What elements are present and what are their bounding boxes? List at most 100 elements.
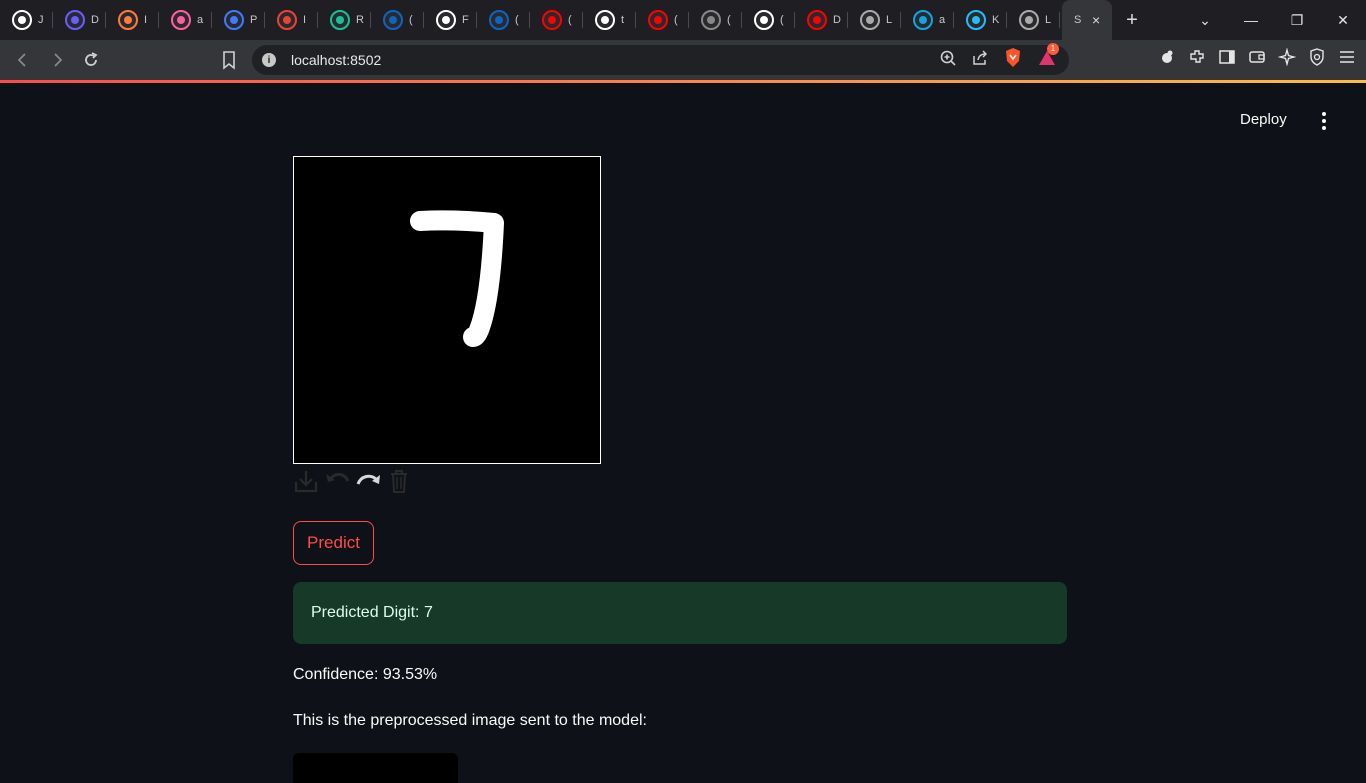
tab-title: L: [1045, 14, 1052, 26]
browser-tab[interactable]: L: [848, 0, 901, 40]
tab-title: P: [250, 14, 258, 26]
github-icon: [436, 10, 456, 30]
chat-icon: [913, 10, 933, 30]
preprocessed-image: [293, 753, 458, 783]
drawn-digit: [410, 210, 504, 347]
close-window-icon[interactable]: ✕: [1320, 12, 1366, 29]
browser-tab[interactable]: (: [477, 0, 530, 40]
tab-title: D: [833, 14, 841, 26]
tab-title: F: [462, 14, 469, 26]
tab-title: a: [197, 14, 204, 26]
sidebar-icon[interactable]: [1218, 48, 1236, 66]
browser-tab[interactable]: (: [530, 0, 583, 40]
trash-icon[interactable]: [387, 468, 411, 499]
linkedin-icon: [383, 10, 403, 30]
youtube-icon: [542, 10, 562, 30]
browser-tab[interactable]: J: [0, 0, 53, 40]
tab-title: S: [1074, 14, 1082, 26]
browser-tab[interactable]: D: [53, 0, 106, 40]
info-icon[interactable]: i: [262, 53, 276, 67]
brave-rewards-icon[interactable]: 1: [1037, 42, 1059, 72]
youtube-icon: [807, 10, 827, 30]
forward-icon[interactable]: [42, 45, 72, 75]
url-text[interactable]: localhost:8502: [291, 52, 381, 68]
tab-title: (: [727, 14, 731, 26]
brave-shield-icon[interactable]: [1003, 47, 1023, 74]
github-icon: [12, 10, 32, 30]
vpn-icon[interactable]: [1308, 48, 1326, 66]
gmail-icon: [277, 10, 297, 30]
tab-title: R: [356, 14, 364, 26]
grammarly-icon: [330, 10, 350, 30]
linkedin-icon: [489, 10, 509, 30]
undo-icon[interactable]: [323, 468, 351, 499]
browser-tab[interactable]: (: [371, 0, 424, 40]
minimize-icon[interactable]: —: [1228, 12, 1274, 28]
redo-icon[interactable]: [355, 468, 383, 499]
bookmark-icon[interactable]: [220, 50, 238, 75]
browser-tab[interactable]: D: [795, 0, 848, 40]
kaggle-icon: [966, 10, 986, 30]
tab-title: a: [939, 14, 946, 26]
puzzle-icon[interactable]: [1158, 48, 1176, 66]
address-bar[interactable]: i localhost:8502 1: [252, 42, 1069, 75]
browser-tab[interactable]: R: [318, 0, 371, 40]
tab-title: J: [38, 14, 44, 26]
browser-tab[interactable]: I: [106, 0, 159, 40]
browser-tab[interactable]: (: [636, 0, 689, 40]
extensions-icon[interactable]: [1188, 48, 1206, 66]
share-icon[interactable]: [971, 49, 989, 72]
browser-tab[interactable]: t: [583, 0, 636, 40]
rewards-badge: 1: [1047, 42, 1059, 55]
predict-button[interactable]: Predict: [293, 521, 374, 565]
tab-separator: [1059, 12, 1060, 28]
tab-search-icon[interactable]: ⌄: [1182, 12, 1228, 29]
browser-tab[interactable]: a: [901, 0, 954, 40]
tab-title: I: [303, 14, 307, 26]
tab-strip: J D Ia P I R(F((t(((D La K L S × +: [0, 0, 1366, 40]
browser-tab[interactable]: K: [954, 0, 1007, 40]
reload-icon[interactable]: [76, 45, 106, 75]
prediction-alert: Predicted Digit: 7: [293, 582, 1067, 644]
preprocessed-caption: This is the preprocessed image sent to t…: [293, 712, 647, 729]
tab-title: (: [409, 14, 413, 26]
upwork-icon: [754, 10, 774, 30]
tab-title: (: [515, 14, 519, 26]
browser-tab[interactable]: (: [689, 0, 742, 40]
active-browser-tab[interactable]: S ×: [1062, 0, 1112, 40]
browser-tab[interactable]: I: [265, 0, 318, 40]
tab-title: (: [568, 14, 572, 26]
shield-icon: [65, 10, 85, 30]
wallet-icon[interactable]: [1248, 48, 1266, 66]
restore-icon[interactable]: ❐: [1274, 12, 1320, 29]
zoom-icon[interactable]: [939, 49, 957, 72]
drawing-canvas[interactable]: [293, 156, 601, 464]
hamburger-menu-icon[interactable]: [1338, 48, 1356, 66]
window-controls: ⌄ — ❐ ✕: [1182, 0, 1366, 40]
new-tab-icon[interactable]: +: [1112, 9, 1152, 32]
browser-tab[interactable]: (: [742, 0, 795, 40]
burst-icon: [118, 10, 138, 30]
tab-title: L: [886, 14, 893, 26]
close-tab-icon[interactable]: ×: [1092, 12, 1100, 28]
browser-tab[interactable]: P: [212, 0, 265, 40]
download-icon[interactable]: [293, 468, 319, 499]
main-menu-icon[interactable]: [1316, 111, 1332, 131]
youtube-icon: [648, 10, 668, 30]
deploy-button[interactable]: Deploy: [1240, 111, 1287, 128]
globe-icon: [860, 10, 880, 30]
github-icon: [595, 10, 615, 30]
app-page: Deploy Predict Predicted Digit: 7 Confid…: [0, 83, 1366, 783]
tab-title: K: [992, 14, 1000, 26]
leo-ai-icon[interactable]: [1278, 48, 1296, 66]
tab-title: D: [91, 14, 99, 26]
confidence-text: Confidence: 93.53%: [293, 666, 438, 683]
browser-tab[interactable]: L: [1007, 0, 1060, 40]
back-icon[interactable]: [8, 45, 38, 75]
flag-icon: [224, 10, 244, 30]
extensions-area: [1158, 48, 1356, 66]
browser-tab[interactable]: F: [424, 0, 477, 40]
tab-title: t: [621, 14, 625, 26]
browser-tab[interactable]: a: [159, 0, 212, 40]
tab-title: I: [144, 14, 148, 26]
